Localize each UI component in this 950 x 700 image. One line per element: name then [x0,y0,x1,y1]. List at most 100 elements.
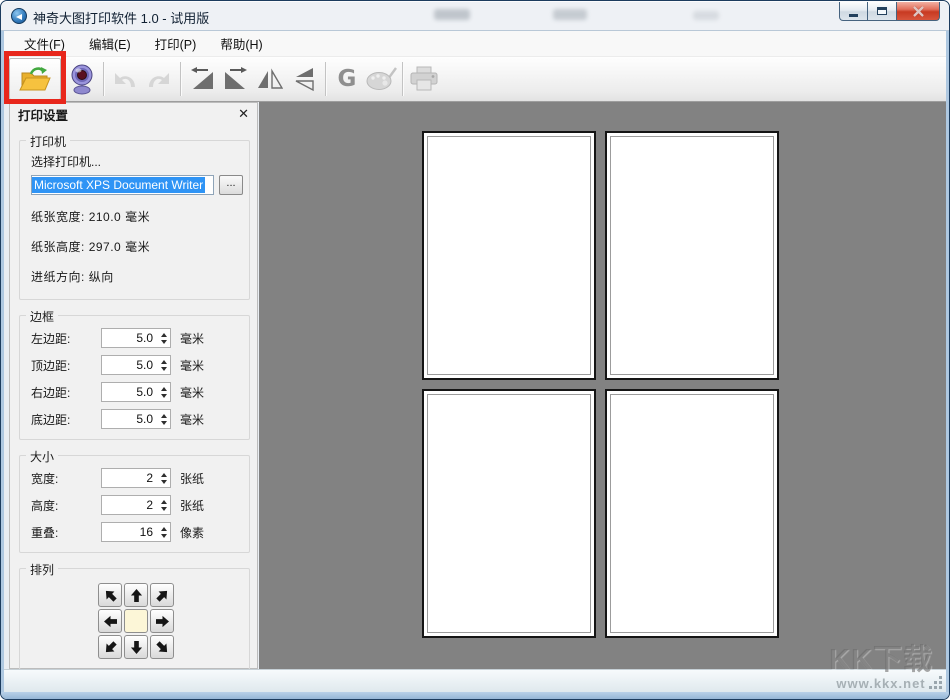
right-margin-unit: 毫米 [180,385,205,400]
watermark-url: www.kkx.net [836,676,926,691]
rotate-left-button[interactable] [185,59,219,99]
app-icon [11,8,27,24]
paper-height-label: 纸张高度: [31,240,85,254]
preview-page-1 [422,131,596,380]
overlap-spinner[interactable]: 16 [101,522,171,542]
printer-name-input[interactable]: Microsoft XPS Document Writer [31,175,214,195]
spinner-down-icon[interactable] [160,479,167,484]
right-margin-row: 右边距: 5.0 毫米 [31,382,243,402]
arrow-down-icon [130,640,142,654]
left-margin-unit: 毫米 [180,331,205,346]
spinner-down-icon[interactable] [160,393,167,398]
top-margin-unit: 毫米 [180,358,205,373]
preview-area[interactable] [259,102,946,669]
minimize-icon [849,13,858,17]
top-margin-row: 顶边距: 5.0 毫米 [31,355,243,375]
width-spinner[interactable]: 2 [101,468,171,488]
undo-button [108,59,142,99]
paper-height-value: 297.0 [88,240,122,254]
titlebar-smudge [553,9,587,20]
spinner-up-icon[interactable] [160,386,167,391]
undo-icon [115,73,135,87]
paper-width-unit: 毫米 [125,210,151,224]
toolbar: G [4,57,946,102]
panel-close-icon[interactable]: ✕ [238,106,249,122]
paper-width-label: 纸张宽度: [31,210,85,224]
flip-horizontal-button[interactable] [253,59,287,99]
flip-vertical-button[interactable] [287,59,321,99]
minimize-button[interactable] [839,2,868,21]
toolbar-separator [180,62,181,96]
window-controls [839,1,940,21]
paper-width-value: 210.0 [88,210,122,224]
left-margin-row: 左边距: 5.0 毫米 [31,328,243,348]
spinner-down-icon[interactable] [160,339,167,344]
grayscale-icon: G [337,66,357,92]
spinner-down-icon[interactable] [160,506,167,511]
preview-page-4 [605,389,779,638]
open-image-button[interactable] [9,58,61,100]
spinner-up-icon[interactable] [160,526,167,531]
width-value: 2 [146,471,153,485]
feed-direction-value: 纵向 [88,270,114,284]
grayscale-button[interactable]: G [330,59,364,99]
menu-print[interactable]: 打印(P) [143,29,209,58]
height-unit: 张纸 [180,498,205,513]
height-spinner[interactable]: 2 [101,495,171,515]
maximize-button[interactable] [868,2,897,21]
bottom-margin-spinner[interactable]: 5.0 [101,409,171,429]
top-margin-spinner[interactable]: 5.0 [101,355,171,375]
arrow-down-right-icon [155,640,167,652]
panel-title: 打印设置 [18,108,69,123]
watermark-title: KK下载 [829,644,933,676]
spinner-down-icon[interactable] [160,533,167,538]
color-adjust-button [364,59,398,99]
printer-group-label: 打印机 [26,133,71,150]
arrange-left-button[interactable] [98,609,122,633]
arrange-group: 排列 [19,561,250,670]
rotate-left-icon [191,67,213,89]
window-frame-bottom [1,692,949,699]
close-button[interactable] [897,2,940,21]
height-row: 高度: 2 张纸 [31,495,243,515]
open-folder-icon [19,67,51,91]
menu-help[interactable]: 帮助(H) [208,29,274,58]
redo-button [142,59,176,99]
spinner-up-icon[interactable] [160,499,167,504]
menu-file[interactable]: 文件(F) [12,29,77,58]
arrange-up-right-button[interactable] [150,583,174,607]
arrange-up-left-button[interactable] [98,583,122,607]
spinner-up-icon[interactable] [160,413,167,418]
title-bar[interactable]: 神奇大图打印软件 1.0 - 试用版 [1,1,949,31]
spinner-down-icon[interactable] [160,366,167,371]
left-margin-value: 5.0 [136,331,153,345]
arrange-right-button[interactable] [150,609,174,633]
overlap-value: 16 [139,525,153,539]
left-margin-spinner[interactable]: 5.0 [101,328,171,348]
rotate-right-button[interactable] [219,59,253,99]
flip-horizontal-icon [258,68,283,89]
right-margin-spinner[interactable]: 5.0 [101,382,171,402]
spinner-up-icon[interactable] [160,359,167,364]
arrange-up-button[interactable] [124,583,148,607]
arrow-up-right-icon [155,590,167,602]
print-settings-panel: 打印设置 ✕ 打印机 选择打印机... Microsoft XPS Docume… [9,102,258,670]
left-margin-label: 左边距: [31,331,71,346]
menu-edit[interactable]: 编辑(E) [77,29,143,58]
arrow-down-left-icon [105,640,117,652]
browse-printer-button[interactable]: ... [219,175,243,195]
window-frame-left [1,31,4,692]
spinner-down-icon[interactable] [160,420,167,425]
panel-header: 打印设置 ✕ [10,103,257,125]
overlap-unit: 像素 [180,525,205,540]
arrange-center-cell[interactable] [124,609,148,633]
size-group: 大小 宽度: 2 张纸 高度: 2 张纸 重叠: 16 像素 [19,448,250,553]
arrange-down-right-button[interactable] [150,635,174,659]
webcam-button[interactable] [65,59,99,99]
arrange-down-button[interactable] [124,635,148,659]
workspace: 打印设置 ✕ 打印机 选择打印机... Microsoft XPS Docume… [4,102,946,670]
spinner-up-icon[interactable] [160,332,167,337]
spinner-up-icon[interactable] [160,472,167,477]
preview-page-2 [605,131,779,380]
arrange-down-left-button[interactable] [98,635,122,659]
